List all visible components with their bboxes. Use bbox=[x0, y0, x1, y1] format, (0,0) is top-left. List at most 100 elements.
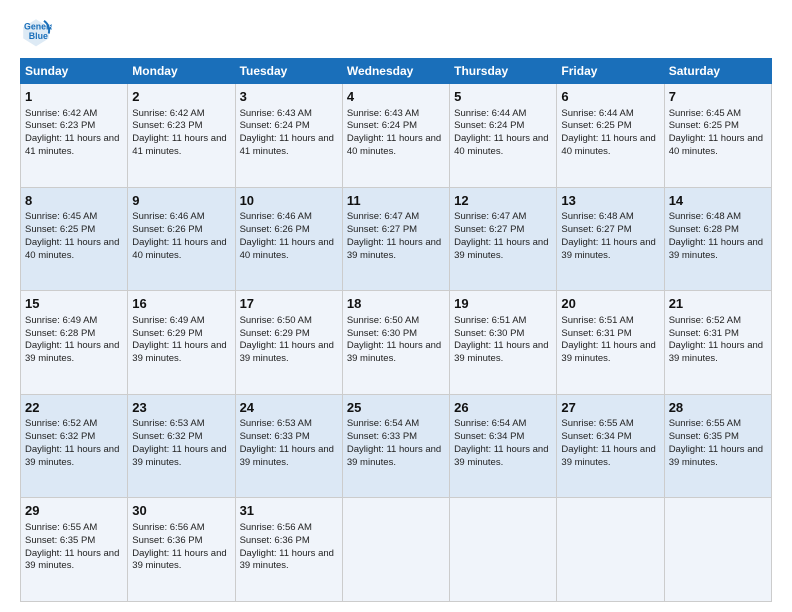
day-info: Daylight: 11 hours and 40 minutes. bbox=[347, 133, 445, 159]
day-info: Sunset: 6:26 PM bbox=[240, 224, 338, 237]
day-info: Sunrise: 6:54 AM bbox=[347, 418, 445, 431]
day-number: 26 bbox=[454, 399, 552, 417]
day-number: 7 bbox=[669, 88, 767, 106]
day-info: Sunset: 6:30 PM bbox=[347, 328, 445, 341]
day-number: 6 bbox=[561, 88, 659, 106]
day-info: Daylight: 11 hours and 39 minutes. bbox=[454, 444, 552, 470]
day-info: Sunrise: 6:55 AM bbox=[561, 418, 659, 431]
col-wednesday: Wednesday bbox=[342, 59, 449, 84]
table-row: 17Sunrise: 6:50 AMSunset: 6:29 PMDayligh… bbox=[235, 291, 342, 395]
svg-text:Blue: Blue bbox=[29, 31, 48, 41]
table-row: 15Sunrise: 6:49 AMSunset: 6:28 PMDayligh… bbox=[21, 291, 128, 395]
table-row: 14Sunrise: 6:48 AMSunset: 6:28 PMDayligh… bbox=[664, 187, 771, 291]
day-number: 13 bbox=[561, 192, 659, 210]
day-info: Sunrise: 6:49 AM bbox=[25, 315, 123, 328]
day-info: Sunrise: 6:45 AM bbox=[669, 108, 767, 121]
day-number: 18 bbox=[347, 295, 445, 313]
table-row: 3Sunrise: 6:43 AMSunset: 6:24 PMDaylight… bbox=[235, 84, 342, 188]
day-number: 1 bbox=[25, 88, 123, 106]
day-number: 12 bbox=[454, 192, 552, 210]
day-info: Sunrise: 6:50 AM bbox=[240, 315, 338, 328]
header-row: Sunday Monday Tuesday Wednesday Thursday… bbox=[21, 59, 772, 84]
day-info: Daylight: 11 hours and 40 minutes. bbox=[454, 133, 552, 159]
day-info: Sunrise: 6:54 AM bbox=[454, 418, 552, 431]
day-number: 9 bbox=[132, 192, 230, 210]
table-row bbox=[342, 498, 449, 602]
day-info: Daylight: 11 hours and 39 minutes. bbox=[240, 444, 338, 470]
day-info: Sunrise: 6:55 AM bbox=[669, 418, 767, 431]
table-row: 8Sunrise: 6:45 AMSunset: 6:25 PMDaylight… bbox=[21, 187, 128, 291]
day-info: Sunrise: 6:56 AM bbox=[240, 522, 338, 535]
day-number: 19 bbox=[454, 295, 552, 313]
day-info: Sunrise: 6:43 AM bbox=[240, 108, 338, 121]
day-info: Sunset: 6:36 PM bbox=[132, 535, 230, 548]
table-row: 31Sunrise: 6:56 AMSunset: 6:36 PMDayligh… bbox=[235, 498, 342, 602]
day-number: 11 bbox=[347, 192, 445, 210]
day-info: Sunset: 6:30 PM bbox=[454, 328, 552, 341]
day-info: Sunset: 6:28 PM bbox=[669, 224, 767, 237]
day-number: 17 bbox=[240, 295, 338, 313]
day-info: Daylight: 11 hours and 40 minutes. bbox=[669, 133, 767, 159]
table-row bbox=[557, 498, 664, 602]
day-info: Sunrise: 6:44 AM bbox=[561, 108, 659, 121]
col-sunday: Sunday bbox=[21, 59, 128, 84]
day-info: Sunset: 6:35 PM bbox=[25, 535, 123, 548]
col-monday: Monday bbox=[128, 59, 235, 84]
day-info: Sunrise: 6:48 AM bbox=[561, 211, 659, 224]
day-info: Daylight: 11 hours and 40 minutes. bbox=[25, 237, 123, 263]
day-number: 10 bbox=[240, 192, 338, 210]
day-info: Sunset: 6:32 PM bbox=[132, 431, 230, 444]
day-info: Daylight: 11 hours and 39 minutes. bbox=[240, 340, 338, 366]
page: General Blue Sunday Monday Tuesday Wedne… bbox=[0, 0, 792, 612]
day-info: Sunset: 6:27 PM bbox=[454, 224, 552, 237]
day-info: Sunrise: 6:53 AM bbox=[132, 418, 230, 431]
table-row: 29Sunrise: 6:55 AMSunset: 6:35 PMDayligh… bbox=[21, 498, 128, 602]
day-info: Sunset: 6:31 PM bbox=[561, 328, 659, 341]
day-info: Sunset: 6:36 PM bbox=[240, 535, 338, 548]
day-info: Sunrise: 6:43 AM bbox=[347, 108, 445, 121]
day-number: 24 bbox=[240, 399, 338, 417]
table-row: 1Sunrise: 6:42 AMSunset: 6:23 PMDaylight… bbox=[21, 84, 128, 188]
day-info: Daylight: 11 hours and 39 minutes. bbox=[669, 340, 767, 366]
table-row: 4Sunrise: 6:43 AMSunset: 6:24 PMDaylight… bbox=[342, 84, 449, 188]
day-info: Daylight: 11 hours and 39 minutes. bbox=[669, 237, 767, 263]
day-info: Sunset: 6:25 PM bbox=[25, 224, 123, 237]
table-row: 10Sunrise: 6:46 AMSunset: 6:26 PMDayligh… bbox=[235, 187, 342, 291]
day-info: Daylight: 11 hours and 40 minutes. bbox=[561, 133, 659, 159]
day-number: 16 bbox=[132, 295, 230, 313]
day-info: Daylight: 11 hours and 40 minutes. bbox=[240, 237, 338, 263]
day-info: Sunrise: 6:52 AM bbox=[25, 418, 123, 431]
table-row: 26Sunrise: 6:54 AMSunset: 6:34 PMDayligh… bbox=[450, 394, 557, 498]
day-number: 21 bbox=[669, 295, 767, 313]
table-row: 13Sunrise: 6:48 AMSunset: 6:27 PMDayligh… bbox=[557, 187, 664, 291]
day-info: Daylight: 11 hours and 41 minutes. bbox=[132, 133, 230, 159]
day-info: Daylight: 11 hours and 39 minutes. bbox=[25, 444, 123, 470]
table-row: 22Sunrise: 6:52 AMSunset: 6:32 PMDayligh… bbox=[21, 394, 128, 498]
logo: General Blue bbox=[20, 16, 56, 48]
day-info: Daylight: 11 hours and 40 minutes. bbox=[132, 237, 230, 263]
day-info: Daylight: 11 hours and 39 minutes. bbox=[132, 444, 230, 470]
day-info: Sunrise: 6:51 AM bbox=[454, 315, 552, 328]
table-row: 5Sunrise: 6:44 AMSunset: 6:24 PMDaylight… bbox=[450, 84, 557, 188]
col-saturday: Saturday bbox=[664, 59, 771, 84]
day-number: 15 bbox=[25, 295, 123, 313]
calendar-row: 8Sunrise: 6:45 AMSunset: 6:25 PMDaylight… bbox=[21, 187, 772, 291]
day-info: Sunrise: 6:47 AM bbox=[454, 211, 552, 224]
day-info: Sunset: 6:34 PM bbox=[561, 431, 659, 444]
day-number: 20 bbox=[561, 295, 659, 313]
day-number: 28 bbox=[669, 399, 767, 417]
day-info: Daylight: 11 hours and 39 minutes. bbox=[132, 548, 230, 574]
day-info: Sunrise: 6:52 AM bbox=[669, 315, 767, 328]
day-number: 31 bbox=[240, 502, 338, 520]
day-info: Sunset: 6:35 PM bbox=[669, 431, 767, 444]
table-row: 12Sunrise: 6:47 AMSunset: 6:27 PMDayligh… bbox=[450, 187, 557, 291]
logo-icon: General Blue bbox=[20, 16, 52, 48]
day-info: Daylight: 11 hours and 39 minutes. bbox=[454, 237, 552, 263]
table-row: 11Sunrise: 6:47 AMSunset: 6:27 PMDayligh… bbox=[342, 187, 449, 291]
day-info: Sunrise: 6:46 AM bbox=[240, 211, 338, 224]
day-info: Daylight: 11 hours and 41 minutes. bbox=[25, 133, 123, 159]
day-info: Sunrise: 6:45 AM bbox=[25, 211, 123, 224]
table-row: 28Sunrise: 6:55 AMSunset: 6:35 PMDayligh… bbox=[664, 394, 771, 498]
table-row: 23Sunrise: 6:53 AMSunset: 6:32 PMDayligh… bbox=[128, 394, 235, 498]
table-row: 18Sunrise: 6:50 AMSunset: 6:30 PMDayligh… bbox=[342, 291, 449, 395]
